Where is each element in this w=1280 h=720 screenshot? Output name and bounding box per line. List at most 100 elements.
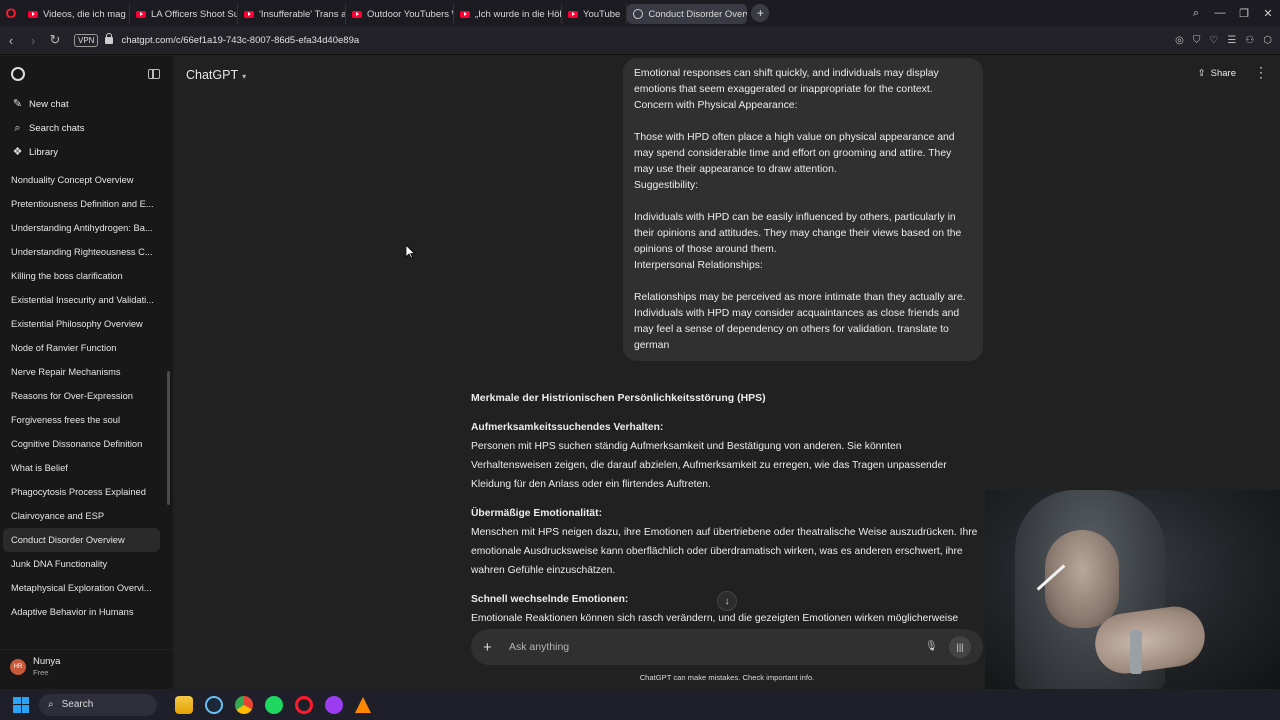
sidebar-header [0, 56, 173, 92]
model-selector[interactable]: ChatGPT ▾ [186, 68, 246, 82]
sidebar-chat-item[interactable]: Metaphysical Exploration Overvi... [0, 576, 158, 600]
more-options-icon[interactable]: ⋮ [1254, 64, 1268, 81]
back-button[interactable]: ‹ [0, 33, 22, 48]
sidebar-chat-item[interactable]: Node of Ranvier Function [0, 336, 158, 360]
menu-icon[interactable]: ☰ [1227, 35, 1236, 46]
new-chat-label: New chat [29, 98, 69, 110]
search-icon: ⌕ [48, 699, 54, 710]
shield-icon[interactable]: ⛉ [1193, 35, 1201, 46]
sidebar-chat-item[interactable]: Killing the boss clarification [0, 264, 158, 288]
heart-icon[interactable]: ♡ [1209, 35, 1218, 46]
add-attachment-icon[interactable]: + [483, 639, 497, 656]
chrome-icon[interactable] [235, 695, 253, 714]
tab-label: 'Insufferable' Trans activist [259, 8, 346, 20]
taskbar-apps [175, 695, 371, 714]
url-field[interactable]: chatgpt.com/c/66ef1a19-743c-8007-86d5-ef… [121, 35, 359, 46]
lock-icon[interactable] [105, 32, 114, 44]
scroll-to-bottom-button[interactable]: ↓ [717, 591, 737, 611]
taskbar-search[interactable]: ⌕ Search [39, 693, 157, 716]
share-icon: ⇪ [1197, 68, 1206, 79]
chevron-down-icon: ▾ [242, 72, 247, 81]
browser-tab[interactable]: Videos, die ich mag - You [22, 4, 130, 24]
library-button[interactable]: ❖ Library [0, 140, 173, 164]
extensions-icon[interactable]: ⬡ [1263, 35, 1272, 46]
opera-icon[interactable] [295, 695, 313, 714]
close-window-button[interactable]: ✕ [1256, 7, 1280, 20]
sidebar-chat-item[interactable]: Phagocytosis Process Explained [0, 480, 158, 504]
message-paragraph: Individuals with HPD can be easily influ… [634, 212, 962, 255]
share-button[interactable]: ⇪ Share [1198, 68, 1236, 79]
file-explorer-icon[interactable] [175, 695, 193, 714]
sidebar-chat-item[interactable]: Clairvoyance and ESP [0, 504, 158, 528]
toggle-sidebar-icon[interactable] [148, 69, 160, 79]
sidebar-scrollbar[interactable] [167, 371, 170, 505]
sidebar-chat-item[interactable]: Existential Insecurity and Validati... [0, 288, 158, 312]
new-tab-button[interactable]: + [751, 4, 770, 22]
mouse-cursor-icon [406, 245, 415, 259]
youtube-icon [568, 10, 578, 18]
disclaimer-text: ChatGPT can make mistakes. Check importa… [639, 673, 815, 682]
browser-tab[interactable]: LA Officers Shoot Suspect [130, 4, 238, 24]
vlc-icon[interactable] [355, 696, 371, 713]
search-chats-label: Search chats [29, 122, 85, 134]
user-menu[interactable]: HR Nunya Free [0, 649, 173, 683]
reload-button[interactable]: ↻ [44, 32, 66, 48]
message-paragraph: Interpersonal Relationships: [634, 260, 763, 271]
sidebar-chat-item[interactable]: What is Belief [0, 456, 158, 480]
taskbar-search-label: Search [61, 699, 94, 710]
search-tabs-icon[interactable]: ⌕ [1184, 7, 1208, 20]
vpn-badge[interactable]: VPN [74, 33, 99, 47]
voice-mode-button[interactable]: ||| [949, 636, 971, 658]
share-label: Share [1210, 68, 1236, 79]
browser-tab[interactable]: 'Insufferable' Trans activist [238, 4, 346, 24]
tab-label: Conduct Disorder Overvie [648, 8, 748, 20]
profile-icon[interactable]: ⚇ [1245, 35, 1254, 46]
sidebar-chat-item[interactable]: Understanding Righteousness C... [0, 240, 158, 264]
camera-icon[interactable]: ◎ [1175, 35, 1184, 46]
sidebar-chat-item[interactable]: Junk DNA Functionality [0, 552, 158, 576]
windows-start-icon[interactable] [13, 696, 29, 713]
sidebar-chat-item[interactable]: Understanding Antihydrogen: Ba... [0, 216, 158, 240]
chatgpt-logo-icon[interactable] [11, 67, 25, 81]
webcam-overlay [985, 490, 1280, 690]
browser-tab[interactable]: Outdoor YouTubers Who [346, 4, 454, 24]
sidebar-chat-item[interactable]: Nerve Repair Mechanisms [0, 360, 158, 384]
webcam-person-face [1045, 530, 1119, 628]
section-body: Emotionale Reaktionen können sich rasch … [471, 613, 959, 624]
steam-icon[interactable] [205, 695, 223, 714]
sidebar-chat-item[interactable]: Conduct Disorder Overview [3, 528, 160, 552]
tab-label: LA Officers Shoot Suspect [151, 8, 237, 20]
message-paragraph: Relationships may be perceived as more i… [634, 292, 966, 351]
opera-gx-icon[interactable] [325, 695, 343, 714]
sidebar-chat-item[interactable]: Existential Philosophy Overview [0, 312, 158, 336]
prompt-input[interactable] [509, 641, 925, 653]
message-paragraph: Suggestibility: [634, 180, 699, 191]
sidebar-chat-item[interactable]: Pretentiousness Definition and E... [0, 192, 158, 216]
tab-label: Outdoor YouTubers Who [367, 8, 453, 20]
youtube-icon [28, 10, 38, 18]
spotify-icon[interactable] [265, 695, 283, 714]
maximize-button[interactable]: ❐ [1232, 7, 1256, 20]
library-icon: ❖ [12, 145, 23, 158]
youtube-icon [244, 10, 254, 18]
message-paragraph: Concern with Physical Appearance: [634, 100, 798, 111]
sidebar-chat-item[interactable]: Nonduality Concept Overview [0, 168, 158, 192]
sidebar-chat-item[interactable]: Forgiveness frees the soul [0, 408, 158, 432]
opera-menu-icon[interactable]: O [0, 0, 22, 26]
tab-label: Videos, die ich mag - You [43, 8, 129, 20]
message-spacer [634, 274, 972, 290]
minimize-button[interactable]: — [1208, 7, 1232, 19]
chat-history-list: Nonduality Concept Overview Pretentiousne… [0, 168, 166, 638]
search-chats-button[interactable]: ⌕ Search chats [0, 116, 173, 140]
new-chat-button[interactable]: ✎ New chat [0, 92, 173, 116]
browser-tab[interactable]: „Ich wurde in die Hölle ge [454, 4, 562, 24]
sidebar-chat-item[interactable]: Reasons for Over-Expression [0, 384, 158, 408]
browser-tab-strip: O Videos, die ich mag - You LA Officers S… [0, 0, 1280, 26]
microphone-icon[interactable]: 🎙 [925, 641, 938, 653]
forward-button[interactable]: › [22, 33, 44, 48]
sidebar-chat-item[interactable]: Adaptive Behavior in Humans [0, 600, 158, 624]
browser-tab[interactable]: YouTube [562, 4, 628, 24]
message-spacer [634, 194, 972, 210]
sidebar-chat-item[interactable]: Cognitive Dissonance Definition [0, 432, 158, 456]
browser-tab[interactable]: Conduct Disorder Overvie [627, 4, 748, 24]
